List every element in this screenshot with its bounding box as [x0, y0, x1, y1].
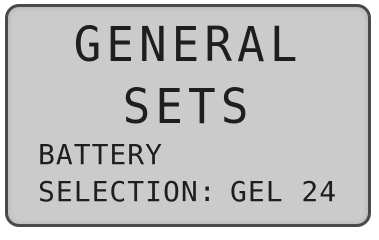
menu-title-line2: SETS — [122, 77, 254, 135]
selection-label: SELECTION: — [38, 175, 217, 208]
battery-label: BATTERY — [38, 138, 164, 171]
lcd-screen: GENERAL SETS BATTERY SELECTION: GEL 24 — [5, 4, 371, 227]
menu-title-line1: GENERAL — [73, 15, 303, 73]
battery-selection-value: GEL 24 — [230, 175, 338, 208]
